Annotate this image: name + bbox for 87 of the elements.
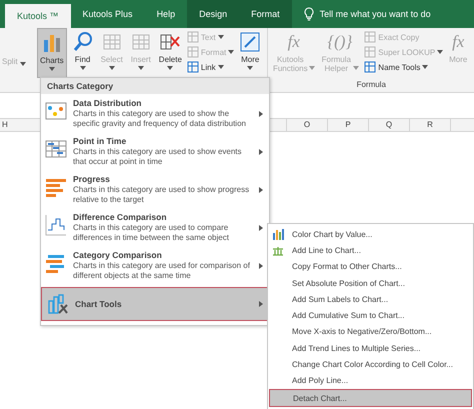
ribbon-button[interactable]: Delete <box>156 28 184 78</box>
button-label: More <box>449 55 468 64</box>
button-label: Super LOOKUP <box>378 48 436 56</box>
ribbon-tab[interactable]: Design <box>187 0 240 28</box>
ribbon-tab[interactable]: Kutools Plus <box>70 0 145 28</box>
menu-item[interactable]: Add Poly Line... <box>269 372 472 389</box>
ribbon-button[interactable]: Charts <box>37 28 67 78</box>
menu-item[interactable]: Color Chart by Value... <box>269 226 472 242</box>
menu-item-description: Charts in this category are used to show the specific gravity and frequency of data distribution <box>73 109 247 129</box>
ribbon-tab[interactable]: Kutools ™ <box>5 4 71 28</box>
edit-icon <box>239 31 262 53</box>
table-icon <box>186 61 199 73</box>
menu-item[interactable]: Category Comparison Charts in this category are used for comparison of different objects at the same time <box>41 246 269 284</box>
menu-item[interactable]: Difference Comparison Charts in this category are used to compare differences in time between the same object <box>41 208 269 246</box>
bar-chart-icon <box>45 252 67 274</box>
menu-item[interactable]: Chart Tools <box>41 287 269 321</box>
menu-item[interactable]: Change Chart Color According to Cell Color... <box>269 356 472 373</box>
button-label: Link <box>200 62 216 72</box>
step-line-icon <box>45 214 67 236</box>
menu-item[interactable]: Set Absolute Position of Chart... <box>269 274 472 292</box>
menu-item[interactable]: Point in Time Charts in this category are used to show events that occur at point in time <box>41 132 269 170</box>
menu-item-label: Add Line to Chart... <box>292 246 361 255</box>
ribbon-button[interactable]: More <box>237 28 264 78</box>
chart-tools-icon <box>47 293 69 315</box>
column-header[interactable]: Q <box>368 119 409 131</box>
gantt-chart-icon <box>45 138 67 160</box>
function-glyph: fx <box>452 31 464 53</box>
menu-item-title: Data Distribution <box>73 98 142 108</box>
menu-item-label: Add Sum Labels to Chart... <box>292 294 388 304</box>
menu-item-label: Color Chart by Value... <box>292 230 372 239</box>
ribbon-tab[interactable]: Format <box>239 0 292 28</box>
table-icon <box>364 46 376 58</box>
lightbulb-icon <box>304 7 314 21</box>
menu-item-description: Charts in this category are used to compare differences in time between the same object <box>73 223 230 243</box>
menu-item-label: Add Poly Line... <box>292 376 348 386</box>
menu-item[interactable]: Add Cumulative Sum to Chart... <box>269 307 472 324</box>
menu-item-label: Set Absolute Position of Chart... <box>292 278 405 288</box>
table-icon <box>186 46 199 58</box>
menu-item-label: Detach Chart... <box>293 394 347 403</box>
table-icon <box>186 31 199 43</box>
menu-item[interactable]: Copy Format to Other Charts... <box>269 258 472 275</box>
column-header[interactable]: O <box>286 119 327 131</box>
button-label: Exact Copy <box>378 32 420 42</box>
menu-item[interactable]: Add Line to Chart... <box>269 242 472 259</box>
table-icon <box>364 31 376 43</box>
menu-item-description: Charts in this category are used to show events that occur at point in time <box>73 147 243 167</box>
ribbon-tab[interactable]: Help <box>144 0 188 28</box>
menu-item-title: Progress <box>73 174 111 184</box>
ribbon-button[interactable]: Find <box>70 28 96 78</box>
menu-item[interactable]: Detach Chart... <box>269 388 472 408</box>
function-glyph: fx <box>288 31 300 53</box>
tell-me-field[interactable]: Tell me what you want to do <box>314 0 431 28</box>
column-header[interactable]: H <box>0 119 30 131</box>
menu-item-label: Add Cumulative Sum to Chart... <box>292 311 404 320</box>
ribbon-button[interactable]: Name Tools <box>364 61 444 73</box>
menu-item[interactable]: Data Distribution Charts in this category are used to show the specific gravity and frequency of data distribution <box>41 94 269 132</box>
menu-header: Charts Category <box>41 78 269 94</box>
menu-item-label: Copy Format to Other Charts... <box>292 262 402 272</box>
search-icon <box>72 31 94 53</box>
button-label: Format <box>200 48 226 56</box>
menu-item-label: Change Chart Color According to Cell Color... <box>292 360 453 370</box>
bar-chart-icon <box>272 228 284 240</box>
menu-item[interactable]: Progress Charts in this category are used to show progress relative to the target <box>41 170 269 208</box>
menu-item-description: Charts in this category are used to show progress relative to the target <box>73 185 250 205</box>
table-icon <box>364 61 376 73</box>
menu-item-description: Charts in this category are used for comparison of different objects at the same time <box>73 261 251 281</box>
menu-item[interactable]: Move X-axis to Negative/Zero/Bottom... <box>269 324 472 340</box>
column-header[interactable]: R <box>409 119 450 131</box>
menu-item-title: Difference Comparison <box>73 212 168 222</box>
button-label: Kutools Functions <box>272 55 308 73</box>
menu-item-title: Chart Tools <box>75 299 123 309</box>
dot-plot-icon <box>45 100 67 122</box>
menu-item-title: Point in Time <box>73 136 128 146</box>
menu-item[interactable]: Add Trend Lines to Multiple Series... <box>269 340 472 356</box>
button-label: Text <box>200 32 216 42</box>
button-label: Formula Helper <box>320 55 352 73</box>
menu-item-label: Add Trend Lines to Multiple Series... <box>292 344 421 353</box>
group-label: Formula <box>356 80 387 91</box>
menu-item-title: Category Comparison <box>73 250 163 260</box>
column-header[interactable]: P <box>327 119 368 131</box>
menu-item-label: Move X-axis to Negative/Zero/Bottom... <box>292 327 432 336</box>
bar-progress-icon <box>45 176 67 198</box>
button-label: Name Tools <box>378 62 420 72</box>
line-bar-chart-icon <box>272 244 284 256</box>
ribbon-button[interactable]: Link <box>186 61 234 73</box>
menu-item[interactable]: Add Sum Labels to Chart... <box>269 291 472 308</box>
function-glyph: {()} <box>327 31 352 53</box>
